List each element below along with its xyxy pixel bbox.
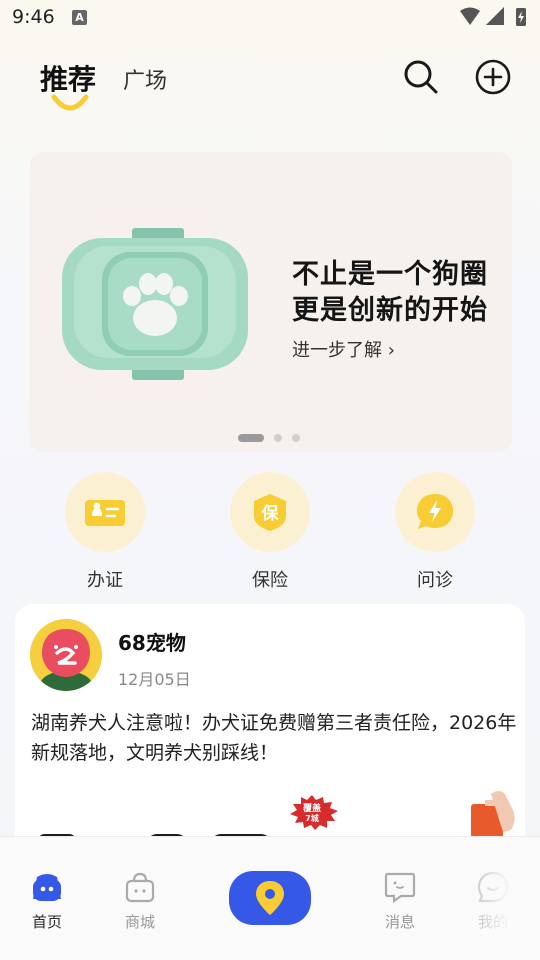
dog-collar-device-image — [62, 228, 248, 380]
tab-square[interactable]: 广场 — [123, 63, 167, 95]
notification-a-icon: A — [72, 10, 87, 25]
nav-label: 商城 — [124, 913, 155, 931]
carousel-dot — [274, 434, 282, 442]
post-text: 湖南养犬人注意啦！办犬证免费赠第三者责任险，2026年新规落地，文明养犬别踩线！ — [31, 712, 517, 764]
quick-action-insurance[interactable]: 保 保险 — [230, 472, 310, 592]
nav-shop[interactable]: 商城 — [100, 871, 180, 932]
coverage-sticker: 覆盖 7城 — [290, 795, 338, 830]
post-card[interactable]: 68宠物 12月05日 湖南养犬人注意啦！办犬证免费赠第三者责任险，2026年新… — [15, 604, 525, 864]
consult-chat-icon — [417, 494, 453, 529]
insurance-icon-bg: 保 — [230, 472, 310, 552]
license-card-icon — [85, 500, 125, 526]
status-icons — [460, 7, 526, 26]
nav-message[interactable]: 消息 — [360, 871, 440, 932]
search-icon[interactable] — [402, 58, 440, 96]
message-icon — [384, 872, 416, 904]
wifi-icon — [460, 7, 480, 25]
banner-learn-more-link[interactable]: 进一步了解 › — [292, 336, 395, 362]
quick-action-label: 办证 — [87, 570, 123, 591]
insurance-shield-icon: 保 — [254, 494, 286, 531]
status-bar: 9:46 A — [0, 0, 540, 36]
location-pin-icon — [256, 881, 284, 915]
quick-action-label: 保险 — [252, 570, 288, 591]
nav-label: 消息 — [384, 913, 415, 931]
sticker-line-1: 覆盖 — [303, 802, 321, 814]
center-location-button[interactable] — [229, 871, 311, 925]
banner-headline-1: 不止是一个狗圈 — [292, 259, 488, 290]
carousel-dot — [292, 434, 300, 442]
shop-bag-icon — [125, 872, 155, 903]
sticker-line-2: 7城 — [305, 813, 319, 823]
carousel-dot-active — [238, 434, 264, 442]
hand-holding-card-image — [471, 791, 515, 838]
quick-action-license[interactable]: 办证 — [65, 472, 145, 592]
signal-icon — [486, 7, 504, 25]
consult-icon-bg — [395, 472, 475, 552]
nav-label: 首页 — [31, 913, 62, 931]
home-icon — [33, 874, 61, 901]
author-avatar[interactable] — [30, 619, 102, 691]
quick-action-consult[interactable]: 问诊 — [395, 472, 475, 592]
status-time: 9:46 — [12, 6, 55, 28]
carousel-indicator — [238, 434, 318, 442]
nav-home[interactable]: 首页 — [7, 871, 87, 932]
active-tab-smile-indicator — [51, 94, 89, 111]
edge-fade-overlay — [450, 870, 540, 960]
quick-action-label: 问诊 — [417, 570, 453, 591]
license-icon-bg — [65, 472, 145, 552]
promo-banner[interactable]: 不止是一个狗圈 更是创新的开始 进一步了解 › — [30, 152, 512, 452]
tab-recommend[interactable]: 推荐 — [40, 58, 96, 98]
post-author-name[interactable]: 68宠物 — [118, 627, 186, 656]
post-date: 12月05日 — [118, 670, 191, 689]
add-circle-icon[interactable] — [474, 58, 512, 96]
insurance-glyph: 保 — [261, 503, 280, 524]
avatar-image — [30, 619, 102, 691]
banner-headline-2: 更是创新的开始 — [292, 295, 488, 326]
